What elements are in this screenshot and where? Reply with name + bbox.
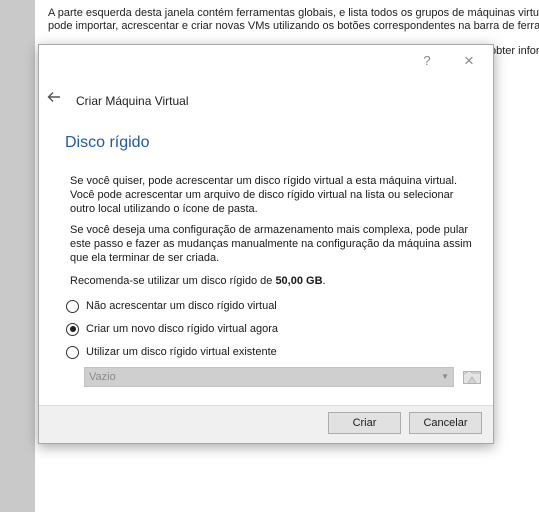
disk-select-value: Vazio xyxy=(89,371,116,383)
left-sidebar-strip xyxy=(0,0,35,512)
wizard-header: Criar Máquina Virtual xyxy=(39,77,493,129)
disk-select[interactable]: Vazio ▼ xyxy=(84,367,454,387)
help-button[interactable]: ? xyxy=(420,53,434,69)
option-create-disk-label: Criar um novo disco rígido virtual agora xyxy=(86,323,278,335)
create-vm-dialog: ? × Criar Máquina Virtual Disco rígido S… xyxy=(38,44,494,444)
option-no-disk[interactable]: Não acrescentar um disco rígido virtual xyxy=(66,298,277,314)
background-text-line-3: obter infor xyxy=(490,45,539,57)
create-button[interactable]: Criar xyxy=(328,412,401,434)
radio-existing-disk[interactable] xyxy=(66,345,79,359)
recommendation-suffix: . xyxy=(322,275,326,287)
wizard-title: Criar Máquina Virtual xyxy=(76,94,189,108)
option-existing-disk[interactable]: Utilizar um disco rígido virtual existen… xyxy=(66,344,277,360)
back-arrow-icon[interactable] xyxy=(46,89,62,105)
option-create-disk[interactable]: Criar um novo disco rígido virtual agora xyxy=(66,321,278,337)
recommendation-prefix: Recomenda-se utilizar um disco rígido de xyxy=(70,275,276,287)
dialog-titlebar: ? × xyxy=(39,45,493,77)
recommendation-text: Recomenda-se utilizar um disco rígido de… xyxy=(70,274,480,288)
background-text-line-2: pode importar, acrescentar e criar novas… xyxy=(48,20,539,32)
page-title: Disco rígido xyxy=(65,134,150,151)
close-button[interactable]: × xyxy=(461,52,477,69)
wizard-page: Disco rígido Se você quiser, pode acresc… xyxy=(39,129,493,405)
recommended-size: 50,00 GB xyxy=(275,275,323,287)
radio-create-disk[interactable] xyxy=(66,322,79,336)
footer-divider xyxy=(39,405,493,406)
folder-icon[interactable] xyxy=(462,367,482,387)
option-no-disk-label: Não acrescentar um disco rígido virtual xyxy=(86,300,277,312)
radio-no-disk[interactable] xyxy=(66,299,79,313)
advanced-text: Se você deseja uma configuração de armaz… xyxy=(70,224,472,264)
option-existing-disk-label: Utilizar um disco rígido virtual existen… xyxy=(86,346,277,358)
cancel-button[interactable]: Cancelar xyxy=(409,412,482,434)
background-text-line-1: A parte esquerda desta janela contém fer… xyxy=(48,7,539,19)
chevron-down-icon: ▼ xyxy=(441,372,449,381)
intro-text: Se você quiser, pode acrescentar um disc… xyxy=(70,175,458,215)
